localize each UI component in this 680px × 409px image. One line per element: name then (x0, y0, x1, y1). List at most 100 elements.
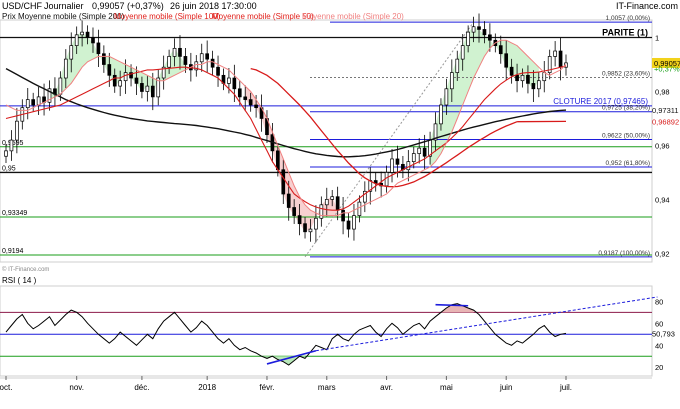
candle-body (515, 74, 519, 82)
candle-body (330, 196, 335, 200)
x-tick-label: oct. (0, 383, 12, 392)
candle-body (199, 53, 204, 63)
rsi-tick-label: 20 (655, 363, 663, 372)
candle-body (444, 88, 449, 106)
candle-body (15, 120, 19, 141)
candle-body (504, 53, 509, 68)
candle-body (178, 47, 182, 57)
candle-body (107, 64, 112, 76)
candle-body (395, 158, 400, 165)
x-tick-label: juil. (559, 383, 572, 392)
candle-body (335, 196, 340, 211)
level-label: 0,95 (2, 165, 16, 172)
candle-body (150, 85, 155, 98)
brand-label: IT-Finance.com (616, 1, 678, 11)
candle-body (254, 104, 258, 109)
rsi-tick-label: 40 (655, 341, 663, 350)
legend-sma100: Moyenne mobile (Simple 100) (114, 12, 221, 21)
candle-body (91, 37, 95, 44)
candle-body (455, 58, 460, 73)
x-tick-label: nov. (69, 383, 84, 392)
chart-title-symbol: USD/CHF (2, 1, 43, 11)
candle-body (526, 74, 530, 84)
candle-body (31, 99, 36, 106)
price-tick-label: 0,94 (655, 195, 670, 204)
legend: Prix Moyenne mobile (Simple 200) Moyenne… (2, 12, 404, 21)
candle-body (422, 147, 427, 157)
candle-body (145, 85, 150, 92)
candle-body (286, 193, 291, 208)
candle-body (210, 58, 215, 68)
candle-body (411, 153, 416, 162)
fib-level-label: 0,9852 (23,60%) (602, 70, 650, 77)
price-tick-label: 0,98 (655, 87, 670, 96)
x-tick-label: déc. (134, 383, 149, 392)
fib-level-label: 0,9725 (38,20%) (602, 105, 650, 112)
level-label: 0,93349 (2, 210, 27, 217)
candle-body (346, 220, 351, 230)
candle-body (25, 99, 30, 109)
rsi-tick-label: 80 (655, 297, 663, 306)
watermark: © IT-Finance.com (2, 266, 49, 273)
candle-body (297, 215, 302, 225)
price-chart: USD/CHF Journalier 0,99057 (+0,37%) 26 j… (0, 0, 680, 409)
rsi-last-value: 50,793 (652, 329, 675, 338)
candle-body (439, 104, 443, 125)
candle-body (205, 53, 209, 60)
fib-level-label: 1,0057 (0,00%) (606, 15, 650, 22)
candle-body (292, 207, 296, 216)
candle-body (4, 150, 8, 157)
candle-body (498, 45, 503, 55)
candle-body (460, 45, 465, 60)
candle-body (237, 88, 242, 98)
candle-body (167, 56, 171, 68)
candle-body (466, 31, 470, 46)
x-tick-label: mai (440, 383, 453, 392)
candle-body (74, 34, 79, 46)
price-tick-label: 1 (655, 34, 659, 43)
candle-body (140, 83, 144, 92)
candle-body (406, 161, 411, 171)
legend-sma20: Moyenne mobile (Simple 20) (302, 12, 404, 21)
candle-body (319, 204, 324, 219)
candle-body (303, 223, 307, 233)
candle-body (558, 50, 563, 68)
rsi-trendline (435, 303, 469, 307)
candle-body (134, 77, 139, 84)
candle-body (102, 53, 106, 65)
candle-body (520, 74, 525, 82)
candle-body (477, 26, 481, 30)
x-tick-label: févr. (259, 383, 274, 392)
candle-body (488, 34, 492, 41)
chart-title-date: 26 juin 2018 17:30:00 (170, 1, 257, 11)
x-tick-label: juin (499, 383, 512, 392)
rsi-tick-label: 60 (655, 319, 663, 328)
candle-body (85, 31, 90, 38)
candle-body (352, 215, 356, 230)
x-tick-label: 2018 (198, 383, 216, 392)
candle-body (69, 45, 74, 60)
candle-body (281, 169, 286, 195)
chart-title-quote: 0,99057 (+0,37%) (92, 1, 164, 11)
price-tick-label: 0,92 (655, 249, 670, 258)
candle-body (112, 74, 117, 87)
candle-body (341, 209, 345, 222)
candle-body (63, 58, 68, 79)
fib-level-label: 0,9187 (100,00%) (598, 250, 650, 257)
candle-body (357, 201, 362, 216)
candle-body (509, 66, 514, 76)
candle-body (172, 47, 177, 57)
candle-body (417, 147, 422, 154)
candle-body (80, 31, 84, 36)
candle-body (553, 50, 557, 57)
candle-body (118, 80, 123, 87)
candle-body (96, 42, 101, 55)
candle-body (482, 29, 487, 36)
candle-body (531, 83, 536, 90)
ma-end-label: 0,96892 (652, 117, 679, 126)
candle-body (324, 199, 329, 206)
price-badge-label: +0,37% (654, 65, 680, 74)
candle-body (248, 99, 253, 106)
candle-body (227, 77, 231, 84)
candle-body (58, 77, 63, 95)
